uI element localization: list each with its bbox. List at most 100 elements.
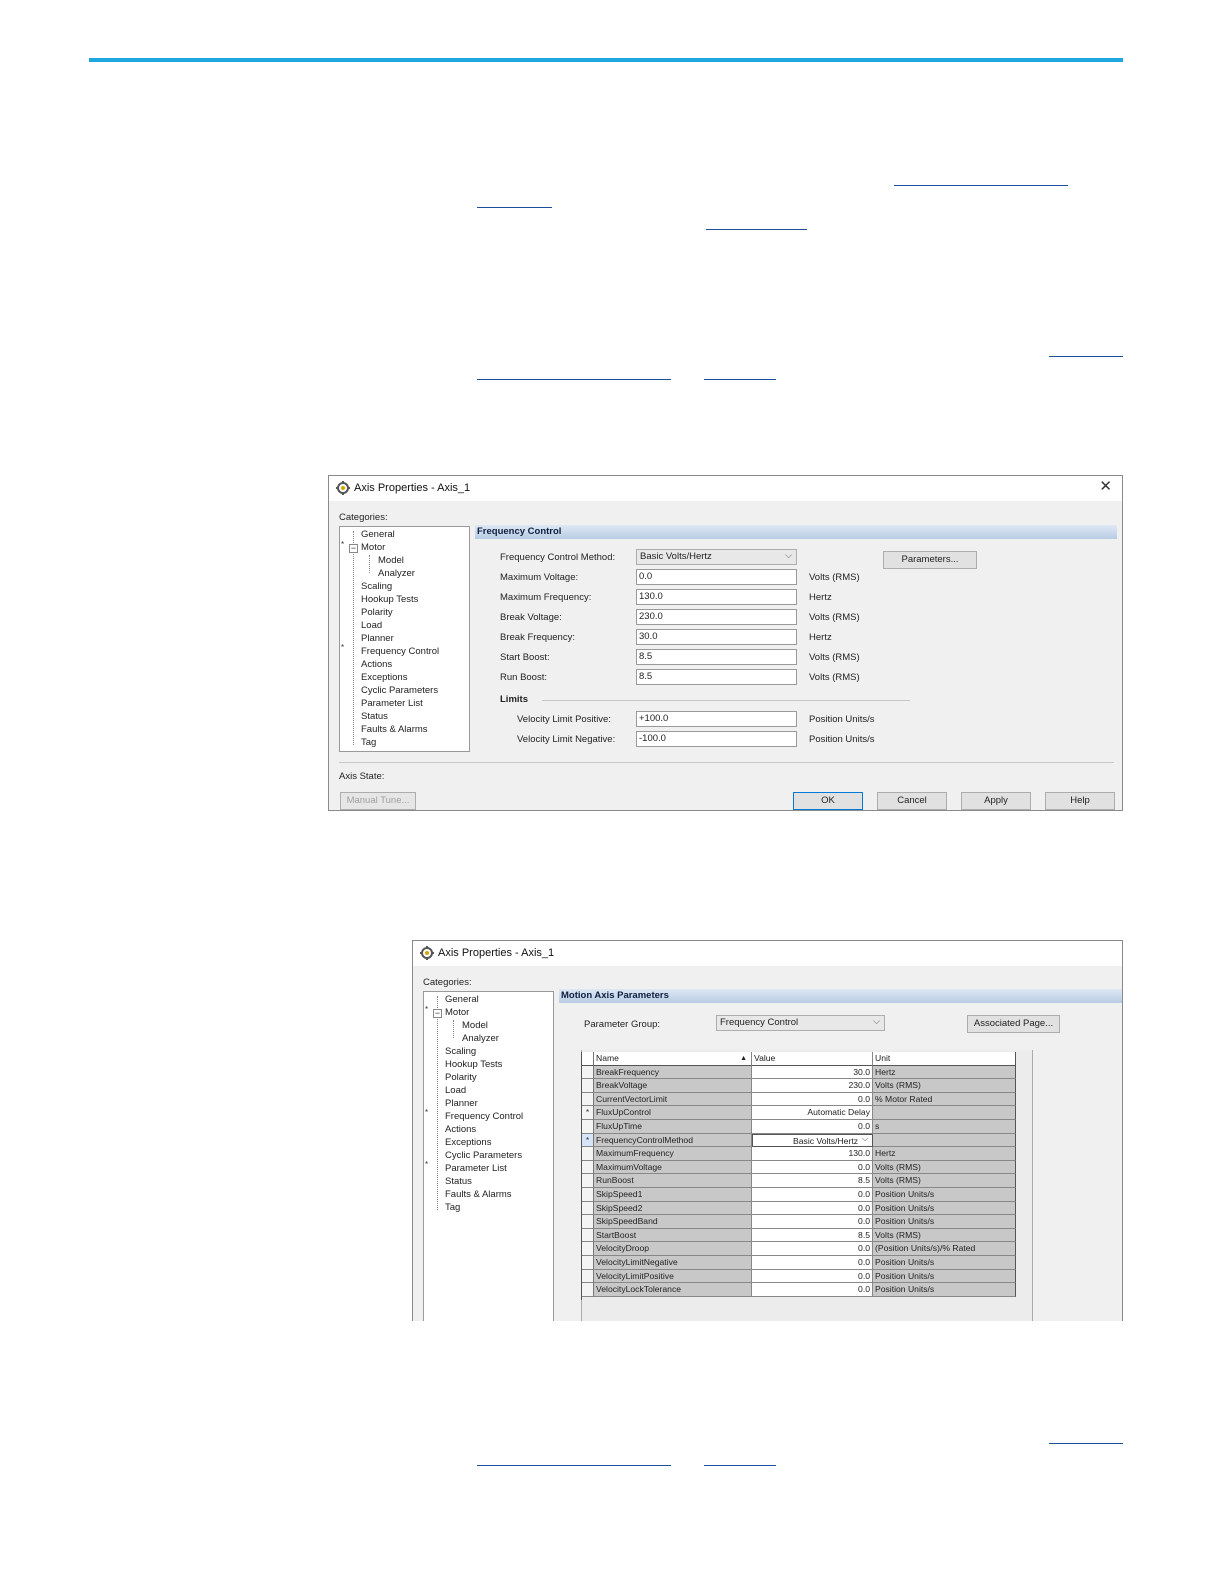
tree-item-frequency-control[interactable]: Frequency Control [445, 1111, 523, 1122]
tree-item-parameter-list[interactable]: Parameter List [445, 1163, 507, 1174]
link-underline[interactable] [704, 1465, 776, 1466]
apply-button[interactable]: Apply [961, 792, 1031, 810]
tree-item-scaling[interactable]: Scaling [361, 581, 392, 592]
table-row[interactable]: SkipSpeed2 0.0 Position Units/s [582, 1201, 1017, 1216]
link-underline[interactable] [894, 185, 1068, 186]
tree-item-polarity[interactable]: Polarity [361, 607, 393, 618]
link-underline[interactable] [477, 1465, 671, 1466]
tree-item-load[interactable]: Load [361, 620, 382, 631]
param-value-cell[interactable]: 0.0 [752, 1188, 873, 1202]
tree-item-actions[interactable]: Actions [445, 1124, 476, 1135]
param-value-cell[interactable]: Automatic Delay [752, 1106, 873, 1120]
link-underline[interactable] [704, 379, 776, 380]
collapse-icon[interactable]: − [349, 544, 358, 553]
tree-item-motor[interactable]: Motor [361, 542, 385, 553]
column-header-value[interactable]: Value [752, 1052, 873, 1066]
start-boost-field[interactable]: 8.5 [636, 649, 797, 665]
tree-item-load[interactable]: Load [445, 1085, 466, 1096]
maximum-voltage-field[interactable]: 0.0 [636, 569, 797, 585]
tree-item-faults-alarms[interactable]: Faults & Alarms [445, 1189, 512, 1200]
associated-page-button[interactable]: Associated Page... [967, 1015, 1060, 1033]
param-value-cell[interactable]: 30.0 [752, 1065, 873, 1080]
parameters-button[interactable]: Parameters... [883, 551, 977, 569]
tree-item-tag[interactable]: Tag [361, 737, 376, 748]
velocity-limit-positive-field[interactable]: +100.0 [636, 711, 797, 727]
tree-item-scaling[interactable]: Scaling [445, 1046, 476, 1057]
param-value-cell[interactable]: Basic Volts/Hertz [752, 1133, 873, 1148]
tree-item-general[interactable]: General [361, 529, 395, 540]
tree-item-model[interactable]: Model [378, 555, 404, 566]
table-row[interactable]: VelocityLimitPositive 0.0 Position Units/s [582, 1269, 1017, 1284]
tree-item-parameter-list[interactable]: Parameter List [361, 698, 423, 709]
table-row[interactable]: VelocityLockTolerance 0.0 Position Units/s [582, 1283, 1017, 1297]
table-row[interactable]: SkipSpeedBand 0.0 Position Units/s [582, 1215, 1017, 1229]
collapse-icon[interactable]: − [433, 1009, 442, 1018]
cancel-button[interactable]: Cancel [877, 792, 947, 810]
tree-item-tag[interactable]: Tag [445, 1202, 460, 1213]
param-value-cell[interactable]: 0.0 [752, 1160, 873, 1175]
param-value-cell[interactable]: 8.5 [752, 1174, 873, 1188]
tree-item-hookup-tests[interactable]: Hookup Tests [445, 1059, 502, 1070]
tree-item-exceptions[interactable]: Exceptions [445, 1137, 491, 1148]
table-row[interactable]: * FrequencyControlMethod Basic Volts/Hertz… [582, 1133, 1017, 1148]
param-value-cell[interactable]: 0.0 [752, 1201, 873, 1216]
table-row[interactable]: VelocityLimitNegative 0.0 Position Units/s [582, 1256, 1017, 1270]
table-row[interactable]: StartBoost 8.5 Volts (RMS) [582, 1228, 1017, 1243]
tree-item-cyclic-parameters[interactable]: Cyclic Parameters [445, 1150, 522, 1161]
tree-item-general[interactable]: General [445, 994, 479, 1005]
parameter-group-select[interactable]: Frequency Control ⌵ [716, 1015, 885, 1031]
tree-item-analyzer[interactable]: Analyzer [462, 1033, 499, 1044]
tree-item-frequency-control[interactable]: Frequency Control [361, 646, 439, 657]
ok-button[interactable]: OK [793, 792, 863, 810]
link-underline[interactable] [477, 379, 671, 380]
param-value-cell[interactable]: 0.0 [752, 1092, 873, 1107]
param-value-cell[interactable]: 230.0 [752, 1079, 873, 1093]
table-row[interactable]: * FluxUpControl Automatic Delay [582, 1106, 1017, 1120]
table-row[interactable]: BreakVoltage 230.0 Volts (RMS) [582, 1079, 1017, 1093]
link-underline[interactable] [477, 207, 552, 208]
frequency-control-method-select[interactable]: Basic Volts/Hertz ⌵ [636, 549, 797, 565]
tree-item-actions[interactable]: Actions [361, 659, 392, 670]
table-row[interactable]: MaximumFrequency 130.0 Hertz [582, 1147, 1017, 1161]
param-value-cell[interactable]: 0.0 [752, 1269, 873, 1284]
maximum-frequency-field[interactable]: 130.0 [636, 589, 797, 605]
tree-item-exceptions[interactable]: Exceptions [361, 672, 407, 683]
table-row[interactable]: CurrentVectorLimit 0.0% Motor Rated [582, 1092, 1017, 1107]
tree-item-planner[interactable]: Planner [361, 633, 394, 644]
column-header-unit[interactable]: Unit [873, 1052, 1016, 1066]
tree-item-status[interactable]: Status [445, 1176, 472, 1187]
table-row[interactable]: VelocityDroop 0.0 (Position Units/s)/% Rat… [582, 1242, 1017, 1256]
tree-item-polarity[interactable]: Polarity [445, 1072, 477, 1083]
param-value-cell[interactable]: 0.0 [752, 1242, 873, 1256]
tree-item-analyzer[interactable]: Analyzer [378, 568, 415, 579]
table-row[interactable]: RunBoost 8.5 Volts (RMS) [582, 1174, 1017, 1188]
param-value-cell[interactable]: 0.0 [752, 1256, 873, 1270]
tree-item-status[interactable]: Status [361, 711, 388, 722]
close-icon[interactable]: ✕ [1099, 479, 1112, 494]
column-header-name[interactable]: Name ▲ [594, 1052, 752, 1066]
help-button[interactable]: Help [1045, 792, 1115, 810]
param-value-cell[interactable]: 0.0 [752, 1283, 873, 1297]
link-underline[interactable] [706, 229, 807, 230]
break-frequency-field[interactable]: 30.0 [636, 629, 797, 645]
tree-item-motor[interactable]: Motor [445, 1007, 469, 1018]
manual-tune-button[interactable]: Manual Tune... [340, 792, 416, 810]
link-underline[interactable] [1049, 356, 1123, 357]
tree-item-faults-alarms[interactable]: Faults & Alarms [361, 724, 428, 735]
run-boost-field[interactable]: 8.5 [636, 669, 797, 685]
chevron-down-icon[interactable]: ⌵ [862, 1134, 1014, 1144]
table-row[interactable]: SkipSpeed1 0.0 Position Units/s [582, 1188, 1017, 1202]
table-row[interactable]: BreakFrequency 30.0 Hertz [582, 1065, 1017, 1080]
velocity-limit-negative-field[interactable]: -100.0 [636, 731, 797, 747]
tree-item-cyclic-parameters[interactable]: Cyclic Parameters [361, 685, 438, 696]
tree-item-planner[interactable]: Planner [445, 1098, 478, 1109]
param-value-cell[interactable]: 0.0 [752, 1120, 873, 1134]
param-value-cell[interactable]: 130.0 [752, 1147, 873, 1161]
param-value-cell[interactable]: 0.0 [752, 1215, 873, 1229]
link-underline[interactable] [1049, 1443, 1123, 1444]
param-value-cell[interactable]: 8.5 [752, 1228, 873, 1243]
tree-item-hookup-tests[interactable]: Hookup Tests [361, 594, 418, 605]
break-voltage-field[interactable]: 230.0 [636, 609, 797, 625]
table-row[interactable]: FluxUpTime 0.0 s [582, 1120, 1017, 1134]
tree-item-model[interactable]: Model [462, 1020, 488, 1031]
